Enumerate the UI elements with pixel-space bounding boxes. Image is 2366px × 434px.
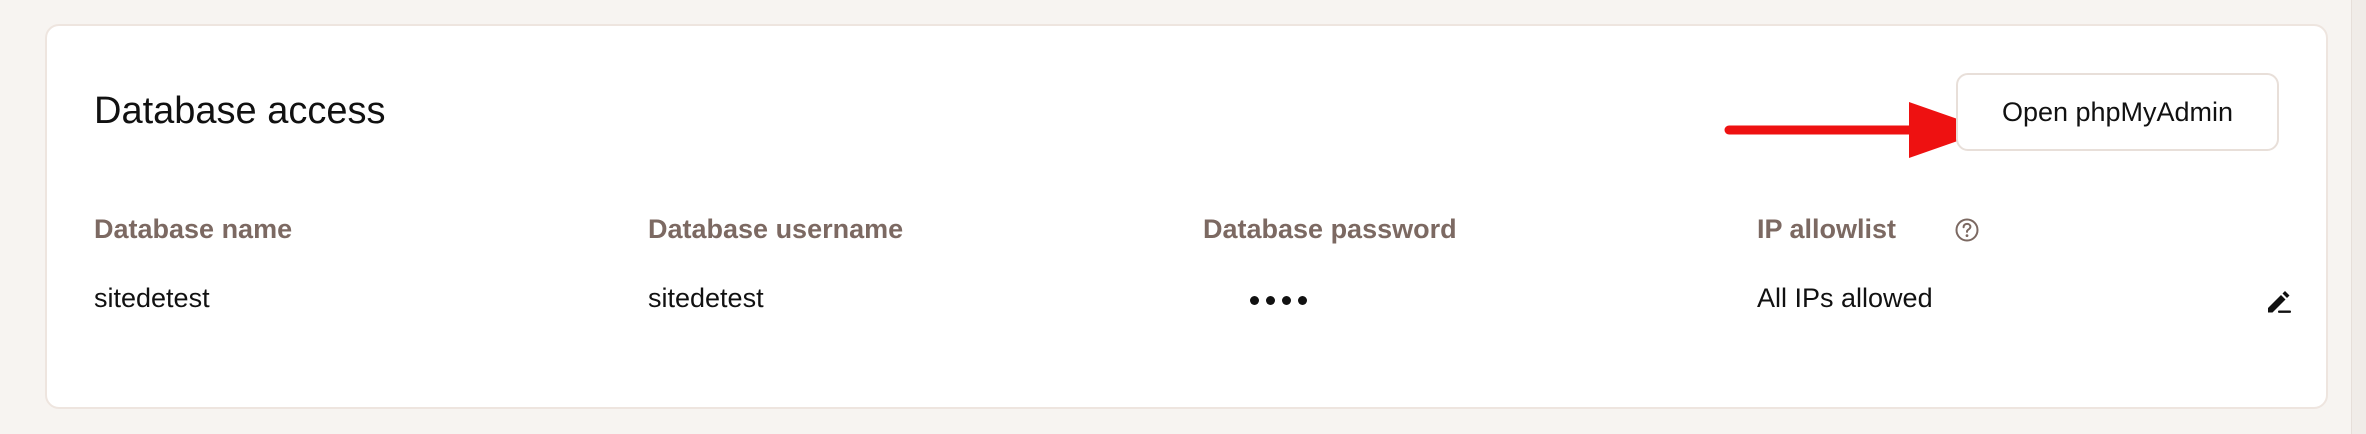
open-phpmyadmin-button[interactable]: Open phpMyAdmin [1956,73,2279,151]
database-username-value: sitedetest [648,283,764,313]
database-name-value: sitedetest [94,283,210,313]
help-icon[interactable] [1954,217,1980,243]
pencil-edit-icon [2268,291,2291,313]
database-password-masked [1250,296,1307,305]
column-header-database-name: Database name [94,214,293,244]
column-header-database-username: Database username [648,214,904,244]
column-header-ip-allowlist: IP allowlist [1757,214,1897,244]
password-dot [1298,296,1307,305]
password-dot [1282,296,1291,305]
database-access-card: Database access Open phpMyAdmin Database… [45,24,2328,409]
ip-allowlist-value: All IPs allowed [1757,283,1933,313]
password-dot [1250,296,1259,305]
scrollbar-track[interactable] [2351,0,2366,434]
section-title: Database access [94,90,386,132]
column-header-database-password: Database password [1203,214,1457,244]
edit-ip-allowlist-button[interactable] [2259,282,2299,322]
password-dot [1266,296,1275,305]
